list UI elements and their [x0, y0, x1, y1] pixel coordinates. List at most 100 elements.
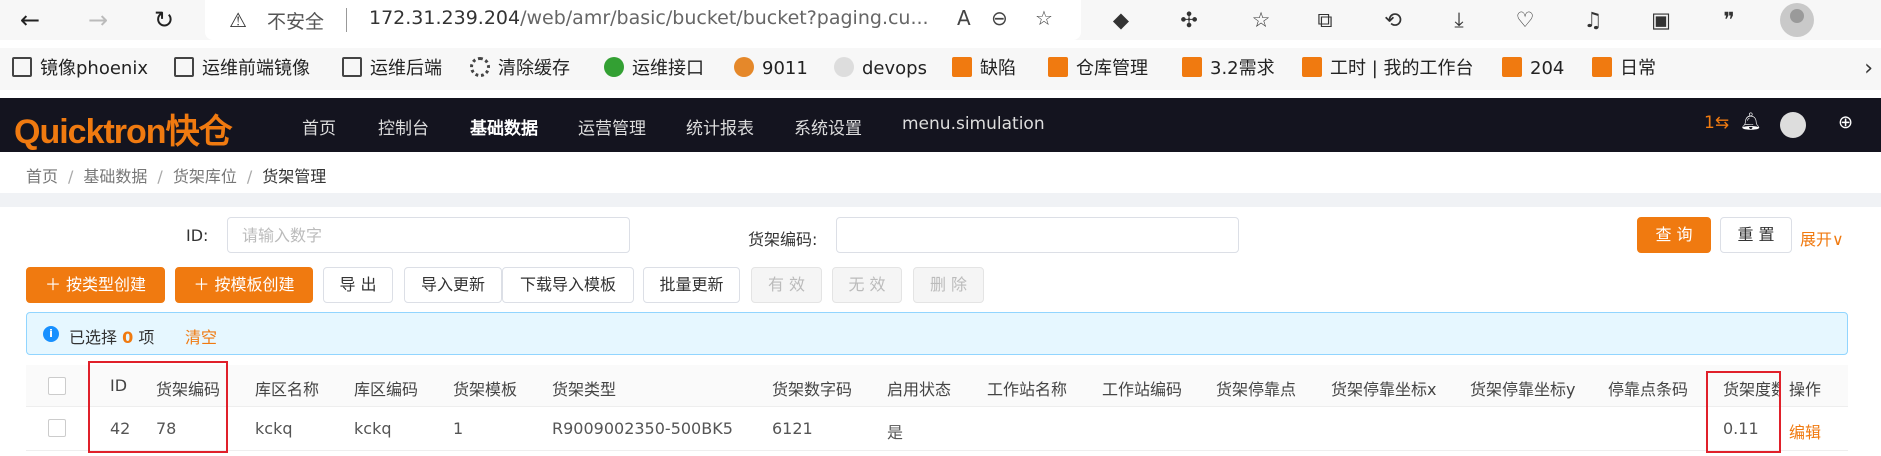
delete-button[interactable]: 删 除 [913, 267, 984, 303]
breadcrumb-item[interactable]: 基础数据 [83, 167, 147, 186]
back-arrow-icon[interactable]: ← [14, 4, 46, 36]
forward-arrow-icon[interactable]: → [82, 4, 114, 36]
favorite-add-icon[interactable]: ☆ [1035, 6, 1053, 30]
breadcrumb-item[interactable]: 货架库位 [173, 167, 237, 186]
column-header[interactable]: 货架停靠坐标x [1331, 376, 1436, 400]
browser-toolbar: ← → ↻ ⚠ 不安全 172.31.239.204/web/amr/basic… [0, 0, 1881, 40]
column-header[interactable]: 库区编码 [354, 376, 418, 400]
nav-item[interactable]: 首页 [302, 114, 336, 139]
bookmark-label: 日常 [1620, 58, 1656, 79]
id-input[interactable] [227, 217, 630, 253]
bell-icon[interactable]: ♫ [1578, 5, 1608, 35]
bookmark-item[interactable]: 运维接口 [604, 56, 704, 82]
selection-prefix: 已选择 [69, 328, 118, 347]
task-badge[interactable]: 1⇆ [1704, 113, 1729, 133]
nav-item[interactable]: 控制台 [378, 114, 429, 139]
column-header[interactable]: 货架数字码 [772, 376, 852, 400]
bookmark-item[interactable]: 运维前端镜像 [174, 56, 310, 82]
bookmark-item[interactable]: 3.2需求 [1182, 56, 1275, 82]
favorites-icon[interactable]: ☆ [1246, 5, 1276, 35]
bookmark-item[interactable]: 镜像phoenix [12, 56, 148, 82]
read-aloud-icon[interactable]: A [957, 6, 971, 30]
bookmark-label: 仓库管理 [1076, 58, 1148, 79]
export-button[interactable]: 导 出 [323, 267, 393, 303]
download-template-button[interactable]: 下载导入模板 [502, 267, 634, 303]
bookmark-item[interactable]: 仓库管理 [1048, 56, 1148, 82]
collections-icon[interactable]: ⧉ [1310, 5, 1340, 35]
column-header[interactable]: 货架类型 [552, 376, 616, 400]
quicktron-icon [952, 57, 972, 77]
bookmark-item[interactable]: 日常 [1592, 56, 1656, 82]
column-header[interactable]: 货架停靠坐标y [1470, 376, 1575, 400]
reload-icon[interactable]: ↻ [148, 4, 180, 36]
breadcrumb-separator: / [68, 167, 74, 186]
column-header[interactable]: 工作站名称 [987, 376, 1067, 400]
table-row: 42 78 kckq kckq 1 R9009002350-500BK5 612… [26, 407, 1848, 451]
globe-icon[interactable]: ⊕ [1838, 112, 1853, 133]
math-solver-icon[interactable]: ▣ [1646, 5, 1676, 35]
devtools-icon[interactable]: ◆ [1106, 5, 1136, 35]
bookmark-label: 204 [1530, 58, 1565, 79]
column-header[interactable]: 货架停靠点 [1216, 376, 1296, 400]
code-input[interactable] [836, 217, 1239, 253]
select-all-checkbox[interactable] [48, 377, 66, 395]
bookmark-item[interactable]: 清除缓存 [470, 56, 570, 82]
history-icon[interactable]: ⟲ [1378, 5, 1408, 35]
user-avatar[interactable] [1780, 112, 1806, 138]
notification-bell-icon[interactable]: 🔔︎ [1740, 112, 1762, 132]
url-host: 172.31.239.204 [369, 7, 521, 29]
row-checkbox[interactable] [48, 419, 66, 437]
plus-icon: ＋ [193, 275, 215, 294]
create-by-template-button[interactable]: ＋ 按模板创建 [175, 267, 313, 303]
highlight-box [88, 361, 228, 453]
nav-item[interactable]: menu.simulation [902, 114, 1045, 134]
bookmark-item[interactable]: 工时 | 我的工作台 [1302, 56, 1474, 82]
disable-button[interactable]: 无 效 [832, 267, 902, 303]
app-header: Quicktron快仓 首页 控制台 基础数据 运营管理 统计报表 系统设置 m… [0, 98, 1881, 152]
zoom-out-icon[interactable]: ⊖ [991, 6, 1008, 30]
bookmark-label: 镜像phoenix [40, 58, 148, 79]
bookmark-label: 运维后端 [370, 58, 442, 79]
quote-icon[interactable]: ❞ [1714, 5, 1744, 35]
breadcrumb-current: 货架管理 [262, 167, 327, 186]
clear-selection-link[interactable]: 清空 [185, 324, 217, 348]
nav-item[interactable]: 系统设置 [794, 114, 862, 139]
breadcrumb: 首页 / 基础数据 / 货架库位 / 货架管理 [26, 163, 326, 187]
url-text[interactable]: 172.31.239.204/web/amr/basic/bucket/buck… [369, 7, 929, 29]
breadcrumb-item[interactable]: 首页 [26, 167, 58, 186]
nav-item[interactable]: 统计报表 [686, 114, 754, 139]
download-icon[interactable]: ⤓ [1444, 5, 1474, 35]
column-header[interactable]: 库区名称 [255, 376, 319, 400]
logo[interactable]: Quicktron快仓 [14, 104, 233, 153]
import-update-button[interactable]: 导入更新 [404, 267, 502, 303]
column-header[interactable]: 工作站编码 [1102, 376, 1182, 400]
health-icon[interactable]: ♡ [1510, 5, 1540, 35]
nav-item[interactable]: 运营管理 [578, 114, 646, 139]
expand-toggle[interactable]: 展开∨ [1800, 226, 1844, 250]
breadcrumb-separator: / [246, 167, 253, 186]
address-bar[interactable]: ⚠ 不安全 172.31.239.204/web/amr/basic/bucke… [205, 0, 1081, 40]
bookmark-item[interactable]: 运维后端 [342, 56, 442, 82]
create-by-type-button[interactable]: ＋ 按类型创建 [26, 267, 165, 303]
bookmark-item[interactable]: 9011 [734, 56, 808, 82]
column-header[interactable]: 货架模板 [453, 376, 517, 400]
batch-update-button[interactable]: 批量更新 [643, 267, 740, 303]
profile-avatar[interactable] [1780, 3, 1814, 37]
page-icon [342, 57, 362, 77]
query-button[interactable]: 查 询 [1637, 217, 1711, 253]
bookmark-label: devops [862, 58, 927, 79]
bookmark-label: 3.2需求 [1210, 58, 1275, 79]
column-header[interactable]: 启用状态 [887, 376, 951, 400]
bookmark-item[interactable]: devops [834, 56, 927, 82]
column-header[interactable]: 停靠点条码 [1608, 376, 1688, 400]
extensions-icon[interactable]: ✣ [1174, 5, 1204, 35]
reset-button[interactable]: 重 置 [1720, 217, 1792, 253]
chevron-right-icon[interactable]: › [1864, 56, 1873, 81]
selection-suffix: 项 [138, 328, 155, 347]
table-header: ID 货架编码 库区名称 库区编码 货架模板 货架类型 货架数字码 启用状态 工… [26, 365, 1848, 407]
edit-link[interactable]: 编辑 [1789, 419, 1821, 443]
bookmark-item[interactable]: 204 [1502, 56, 1564, 82]
bookmark-item[interactable]: 缺陷 [952, 56, 1016, 82]
nav-item-active[interactable]: 基础数据 [470, 114, 538, 139]
enable-button[interactable]: 有 效 [751, 267, 822, 303]
